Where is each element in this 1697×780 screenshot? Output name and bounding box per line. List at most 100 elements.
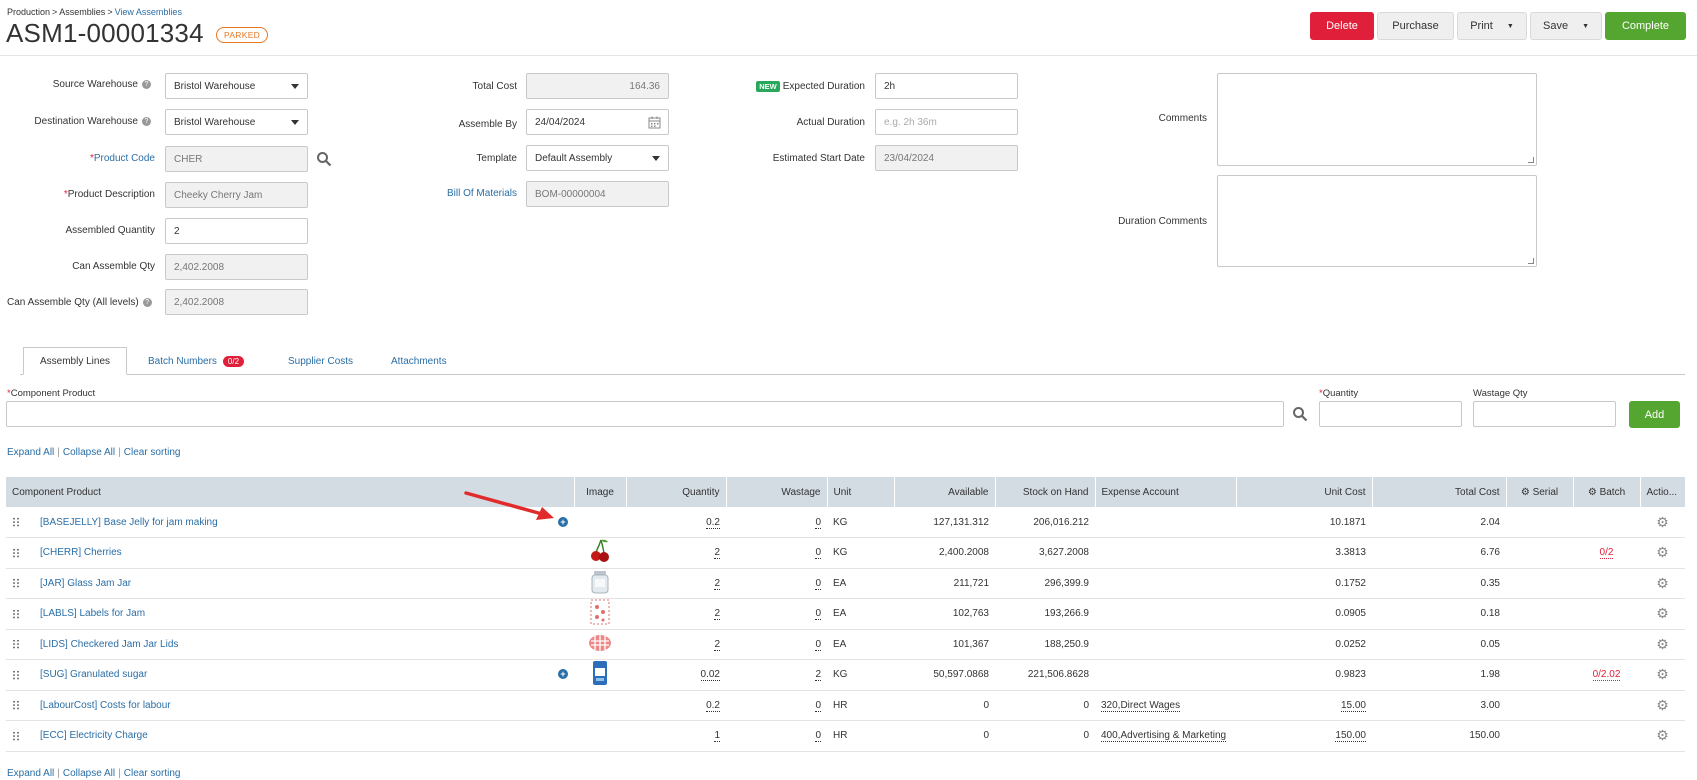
expense-account-cell[interactable]: 320,Direct Wages — [1095, 690, 1236, 721]
clear-sorting-link[interactable]: Clear sorting — [124, 447, 181, 458]
quantity-cell[interactable]: 2 — [626, 537, 726, 569]
table-row[interactable]: [ECC] Electricity Charge 1 0 HR 0 0 400,Advert… — [6, 720, 1685, 752]
drag-handle-icon[interactable] — [12, 669, 20, 680]
batch-cell[interactable] — [1573, 720, 1640, 752]
table-row[interactable]: [LABLS] Labels for Jam 2 0 EA 102,763 193,266… — [6, 598, 1685, 630]
table-row[interactable]: [CHERR] Cherries 2 0 KG 2,400.2008 3,627.2008… — [6, 537, 1685, 569]
actual-duration-input[interactable]: e.g. 2h 36m — [875, 109, 1018, 135]
col-quantity[interactable]: Quantity — [626, 477, 727, 507]
gear-icon[interactable]: ⚙ — [1588, 487, 1597, 498]
drag-handle-icon[interactable] — [12, 700, 20, 711]
expected-duration-input[interactable]: 2h — [875, 73, 1018, 99]
gear-icon[interactable]: ⚙ — [1656, 544, 1669, 560]
save-button[interactable]: Save ▼ — [1530, 12, 1602, 40]
resize-handle-icon[interactable] — [1528, 157, 1534, 163]
batch-cell[interactable] — [1573, 629, 1640, 660]
clear-sorting-link[interactable]: Clear sorting — [124, 768, 181, 779]
table-row[interactable]: [SUG] Granulated sugar +0.02 2 KG 50,597.086… — [6, 659, 1685, 691]
calendar-icon[interactable] — [648, 116, 661, 132]
component-product-input[interactable] — [6, 401, 1284, 427]
wastage-cell[interactable]: 2 — [726, 659, 827, 691]
unit-cost-cell[interactable]: 0.1752 — [1236, 568, 1372, 599]
table-row[interactable]: [LIDS] Checkered Jam Jar Lids 2 0 EA 101,367… — [6, 629, 1685, 660]
batch-cell[interactable] — [1573, 568, 1640, 599]
unit-cost-cell[interactable]: 150.00 — [1236, 720, 1372, 752]
wastage-cell[interactable]: 0 — [726, 629, 827, 660]
col-stock-on-hand[interactable]: Stock on Hand — [995, 477, 1096, 507]
assemble-by-date-input[interactable]: 24/04/2024 — [526, 109, 669, 135]
drag-handle-icon[interactable] — [12, 608, 20, 619]
breadcrumb-view-assemblies[interactable]: View Assemblies — [115, 7, 182, 17]
unit-cost-cell[interactable]: 3.3813 — [1236, 537, 1372, 569]
table-row[interactable]: [JAR] Glass Jam Jar 2 0 EA 211,721 296,399.9 0… — [6, 568, 1685, 599]
wastage-cell[interactable]: 0 — [726, 507, 827, 538]
component-product-link[interactable]: [LIDS] Checkered Jam Jar Lids — [40, 639, 178, 650]
wastage-cell[interactable]: 0 — [726, 598, 827, 630]
component-product-link[interactable]: [LabourCost] Costs for labour — [40, 700, 171, 711]
collapse-all-link[interactable]: Collapse All — [63, 447, 115, 458]
unit-cost-cell[interactable]: 15.00 — [1236, 690, 1372, 721]
drag-handle-icon[interactable] — [12, 578, 20, 589]
duration-comments-textarea[interactable] — [1217, 175, 1537, 267]
breadcrumb-production[interactable]: Production — [7, 7, 50, 17]
component-product-link[interactable]: [LABLS] Labels for Jam — [40, 608, 145, 619]
component-product-link[interactable]: [SUG] Granulated sugar — [40, 669, 147, 680]
wastage-cell[interactable]: 0 — [726, 690, 827, 721]
tab-supplier-costs[interactable]: Supplier Costs — [288, 347, 353, 375]
expand-all-link[interactable]: Expand All — [7, 447, 54, 458]
unit-cost-cell[interactable]: 10.1871 — [1236, 507, 1372, 538]
gear-icon[interactable]: ⚙ — [1656, 697, 1669, 713]
drag-handle-icon[interactable] — [12, 639, 20, 650]
template-select[interactable]: Default Assembly — [526, 145, 669, 171]
help-icon[interactable]: ? — [142, 79, 151, 89]
expense-account-cell[interactable]: 400,Advertising & Marketing — [1095, 720, 1236, 752]
search-icon[interactable] — [316, 151, 332, 170]
quantity-cell[interactable]: 0.2 — [626, 507, 726, 538]
gear-icon[interactable]: ⚙ — [1656, 514, 1669, 530]
gear-icon[interactable]: ⚙ — [1656, 666, 1669, 682]
gear-icon[interactable]: ⚙ — [1656, 636, 1669, 652]
expense-account-cell[interactable] — [1095, 568, 1236, 599]
purchase-button[interactable]: Purchase — [1377, 12, 1454, 40]
col-expense-account[interactable]: Expense Account — [1095, 477, 1237, 507]
col-available[interactable]: Available — [894, 477, 996, 507]
print-button[interactable]: Print ▼ — [1457, 12, 1527, 40]
batch-cell[interactable] — [1573, 507, 1640, 538]
breadcrumb-assemblies[interactable]: Assemblies — [59, 7, 105, 17]
drag-handle-icon[interactable] — [12, 547, 20, 558]
plus-circle-icon[interactable]: + — [558, 669, 568, 680]
quantity-cell[interactable]: 2 — [626, 598, 726, 630]
drag-handle-icon[interactable] — [12, 516, 20, 527]
help-icon[interactable]: ? — [142, 297, 152, 307]
col-wastage[interactable]: Wastage — [726, 477, 828, 507]
tab-batch-numbers[interactable]: Batch Numbers 0/2 — [148, 347, 245, 375]
complete-button[interactable]: Complete — [1605, 12, 1686, 40]
gear-icon[interactable]: ⚙ — [1656, 605, 1669, 621]
unit-cost-cell[interactable]: 0.9823 — [1236, 659, 1372, 691]
destination-warehouse-select[interactable]: Bristol Warehouse — [165, 109, 308, 135]
wastage-qty-input[interactable] — [1473, 401, 1616, 427]
bill-of-materials-link[interactable]: Bill Of Materials — [447, 188, 517, 199]
tab-assembly-lines[interactable]: Assembly Lines — [23, 347, 128, 375]
wastage-cell[interactable]: 0 — [726, 537, 827, 569]
wastage-cell[interactable]: 0 — [726, 568, 827, 599]
component-product-link[interactable]: [ECC] Electricity Charge — [40, 730, 148, 741]
gear-icon[interactable]: ⚙ — [1656, 575, 1669, 591]
table-row[interactable]: [BASEJELLY] Base Jelly for jam making +0.… — [6, 507, 1685, 538]
col-serial[interactable]: ⚙ Serial — [1506, 477, 1574, 507]
batch-cell[interactable]: 0/2 — [1573, 537, 1640, 569]
quantity-input[interactable] — [1319, 401, 1462, 427]
wastage-cell[interactable]: 0 — [726, 720, 827, 752]
col-total-cost[interactable]: Total Cost — [1372, 477, 1507, 507]
expense-account-cell[interactable] — [1095, 507, 1236, 538]
batch-cell[interactable]: 0/2.02 — [1573, 659, 1640, 691]
component-product-link[interactable]: [JAR] Glass Jam Jar — [40, 578, 131, 589]
resize-handle-icon[interactable] — [1528, 258, 1534, 264]
source-warehouse-select[interactable]: Bristol Warehouse — [165, 73, 308, 99]
collapse-all-link[interactable]: Collapse All — [63, 768, 115, 779]
expense-account-cell[interactable] — [1095, 537, 1236, 569]
delete-button[interactable]: Delete — [1310, 12, 1374, 40]
gear-icon[interactable]: ⚙ — [1521, 487, 1530, 498]
component-product-link[interactable]: [BASEJELLY] Base Jelly for jam making — [40, 517, 218, 528]
tab-attachments[interactable]: Attachments — [391, 347, 447, 375]
